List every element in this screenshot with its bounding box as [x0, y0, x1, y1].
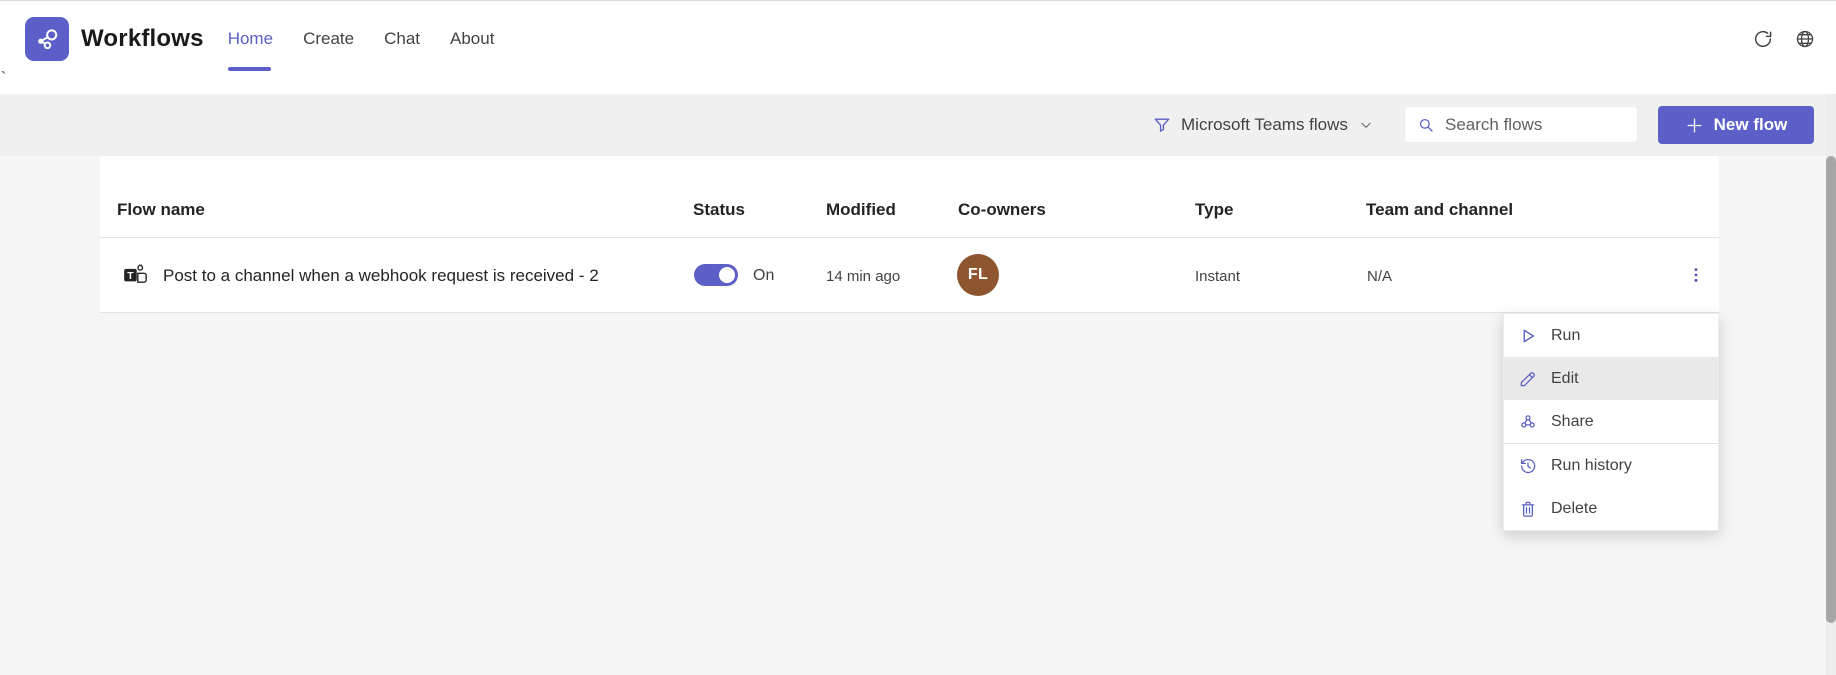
flow-name[interactable]: Post to a channel when a webhook request… [163, 266, 599, 286]
menu-item-label: Edit [1551, 370, 1579, 388]
filter-label: Microsoft Teams flows [1181, 115, 1348, 135]
chevron-down-icon [1359, 118, 1373, 132]
search-flows-box [1404, 106, 1638, 143]
toggle-knob [719, 267, 735, 283]
column-header-team-and-channel: Team and channel [1366, 200, 1513, 220]
column-header-flow-name: Flow name [117, 200, 205, 220]
globe-icon[interactable] [1790, 24, 1820, 54]
magnifier-icon [1417, 116, 1435, 134]
menu-item-edit[interactable]: Edit [1504, 357, 1718, 400]
teams-icon: T [122, 262, 148, 288]
flows-table: Flow name Status Modified Co-owners Type… [100, 156, 1719, 313]
menu-item-label: Run history [1551, 457, 1632, 475]
modified-value: 14 min ago [826, 268, 900, 285]
svg-text:T: T [127, 271, 134, 282]
search-input[interactable] [1443, 114, 1617, 136]
workflows-logo-icon [25, 17, 69, 61]
type-value: Instant [1195, 268, 1240, 285]
stray-glyph: ` [1, 69, 6, 86]
menu-item-label: Run [1551, 327, 1580, 345]
funnel-icon [1152, 115, 1172, 135]
refresh-icon[interactable] [1748, 24, 1778, 54]
menu-item-run[interactable]: Run [1504, 314, 1718, 357]
row-context-menu: Run Edit Share [1503, 313, 1719, 531]
nav-tab-about[interactable]: About [450, 29, 494, 49]
topbar-actions [1748, 24, 1820, 54]
menu-item-share[interactable]: Share [1504, 400, 1718, 443]
column-header-status: Status [693, 200, 745, 220]
status-label: On [753, 267, 774, 285]
top-app-bar: Workflows Home Create Chat About [0, 1, 1836, 94]
status-toggle[interactable] [694, 264, 738, 286]
share-icon [1517, 411, 1539, 433]
menu-item-delete[interactable]: Delete [1504, 487, 1718, 530]
play-icon [1517, 325, 1539, 347]
column-header-modified: Modified [826, 200, 896, 220]
menu-item-label: Delete [1551, 500, 1597, 518]
flow-type-filter-dropdown[interactable]: Microsoft Teams flows [1152, 94, 1373, 156]
nav-tab-home[interactable]: Home [228, 29, 273, 49]
table-row[interactable]: T Post to a channel when a webhook reque… [100, 237, 1719, 313]
nav-tab-create[interactable]: Create [303, 29, 354, 49]
new-flow-button[interactable]: New flow [1658, 106, 1814, 144]
workflows-app-screen: Workflows Home Create Chat About [0, 0, 1836, 675]
history-icon [1517, 455, 1539, 477]
new-flow-label: New flow [1714, 115, 1788, 135]
scrollbar-thumb[interactable] [1826, 156, 1836, 623]
menu-item-run-history[interactable]: Run history [1504, 444, 1718, 487]
primary-nav: Home Create Chat About [228, 29, 495, 49]
co-owner-avatar[interactable]: FL [957, 254, 999, 296]
row-divider [100, 312, 1719, 313]
flows-toolbar: Microsoft Teams flows [0, 94, 1836, 156]
more-vertical-icon[interactable] [1680, 259, 1712, 291]
menu-item-label: Share [1551, 413, 1594, 431]
nav-tab-chat[interactable]: Chat [384, 29, 420, 49]
pencil-icon [1517, 368, 1539, 390]
app-title: Workflows [81, 25, 204, 53]
column-header-co-owners: Co-owners [958, 200, 1046, 220]
plus-icon [1685, 116, 1704, 135]
column-header-type: Type [1195, 200, 1233, 220]
trash-icon [1517, 498, 1539, 520]
team-channel-value: N/A [1367, 268, 1392, 285]
